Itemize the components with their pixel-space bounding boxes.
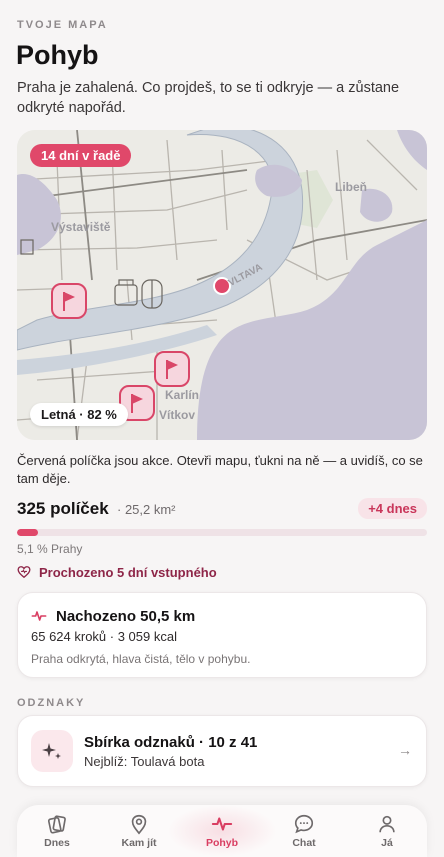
event-flag[interactable]: [51, 283, 87, 319]
cells-stats: 325 políček · 25,2 km² +4 dnes: [17, 498, 427, 521]
tab-pohyb[interactable]: Pohyb: [187, 813, 257, 849]
eyebrow: TVOJE MAPA: [17, 19, 108, 31]
coverage-progress-label: 5,1 % Prahy: [17, 542, 83, 556]
cards-icon: [47, 815, 66, 834]
cells-area: · 25,2 km²: [117, 502, 176, 517]
person-icon: [379, 815, 395, 833]
cells-count: 325 políček: [17, 499, 109, 518]
tab-chat[interactable]: Chat: [269, 813, 339, 849]
map-pin-icon: [131, 814, 147, 835]
area-coverage-pill[interactable]: Letná · 82 %: [30, 403, 128, 426]
tab-dnes[interactable]: Dnes: [22, 813, 92, 849]
map-hint: Červená políčka jsou akce. Otevři mapu, …: [17, 453, 423, 486]
coverage-progress-bar: [17, 529, 427, 536]
coverage-map[interactable]: Libeň Výstaviště VLTAVA Karlín Vítkov 14…: [17, 130, 427, 440]
walk-distance: Nachozeno 50,5 km: [56, 608, 196, 625]
coverage-progress-fill: [17, 529, 38, 536]
tab-pohyb-label: Pohyb: [205, 837, 239, 849]
streak-text: Prochozeno 5 dní vstupného: [39, 565, 217, 580]
badges-title: Sbírka odznaků · 10 z 41: [84, 734, 258, 751]
badges-section-label: ODZNAKY: [17, 697, 86, 709]
badges-icon-tile: [31, 730, 73, 772]
chat-bubble-icon: [294, 814, 314, 834]
walk-steps-kcal: 65 624 kroků · 3 059 kcal: [31, 629, 177, 644]
bottom-tab-bar: Dnes Kam jít Pohyb Chat Já: [17, 805, 427, 857]
tab-ja-label: Já: [381, 837, 393, 849]
badges-collection-card[interactable]: Sbírka odznaků · 10 z 41 Nejblíž: Toulav…: [17, 715, 427, 787]
pulse-icon: [211, 817, 233, 831]
heart-icon: [17, 566, 31, 579]
map-canvas[interactable]: [17, 130, 427, 440]
page: TVOJE MAPA Pohyb Praha je zahalená. Co p…: [0, 0, 444, 857]
walk-note: Praha odkrytá, hlava čistá, tělo v pohyb…: [31, 652, 251, 666]
map-label-karlin: Karlín: [165, 388, 200, 402]
page-title: Pohyb: [16, 40, 99, 70]
arrow-right-icon: →: [398, 742, 412, 758]
streak-pill: 14 dní v řadě: [30, 144, 132, 167]
tab-ja[interactable]: Já: [352, 813, 422, 849]
page-subtitle: Praha je zahalená. Co projdeš, to se ti …: [17, 80, 400, 116]
walk-summary-card[interactable]: Nachozeno 50,5 km 65 624 kroků · 3 059 k…: [17, 592, 427, 678]
tab-chat-label: Chat: [292, 837, 316, 849]
badges-nearest: Nejblíž: Toulavá bota: [84, 754, 205, 769]
sparkle-icon: [42, 743, 61, 759]
map-label-liben: Libeň: [335, 180, 367, 194]
map-label-vystaviste: Výstaviště: [51, 220, 111, 234]
today-badge: +4 dnes: [358, 498, 427, 519]
tab-dnes-label: Dnes: [44, 837, 70, 849]
pulse-icon: [31, 611, 47, 621]
tab-kam-jit-label: Kam jít: [121, 837, 157, 849]
map-label-vitkov: Vítkov: [159, 408, 196, 422]
event-flag[interactable]: [154, 351, 190, 387]
tab-kam-jit[interactable]: Kam jít: [104, 813, 174, 849]
